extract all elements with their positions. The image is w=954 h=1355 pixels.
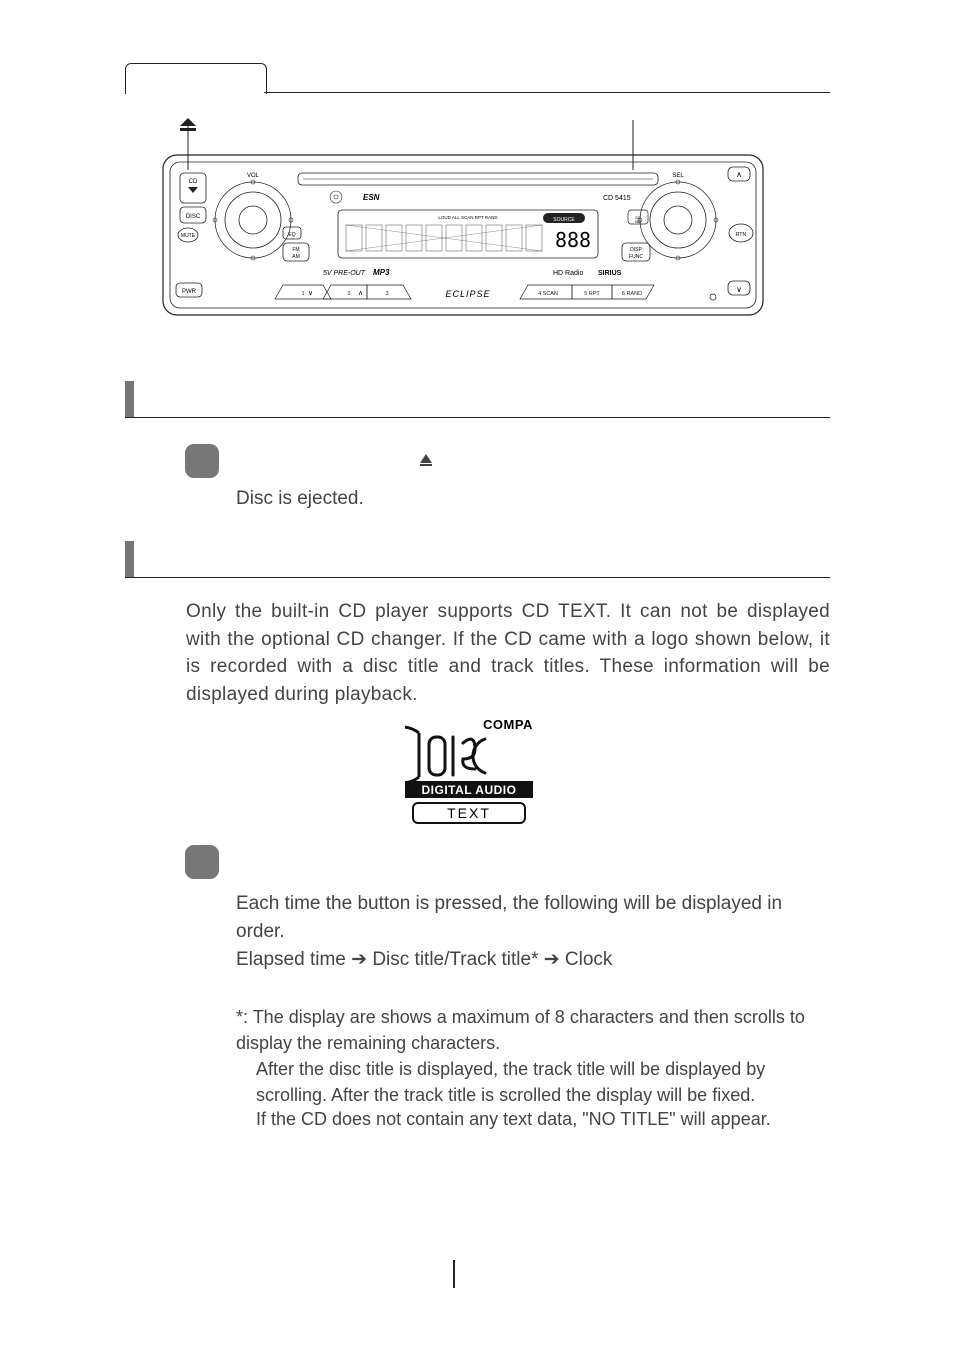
label-vol: VOL xyxy=(247,173,260,179)
tab-outline xyxy=(125,63,267,94)
lcd-indicators: LOUD ALL SCAN RPT RAND xyxy=(438,215,498,220)
label-seg: 888 xyxy=(555,228,591,252)
footer-divider xyxy=(453,1260,455,1288)
svg-text:6 RAND: 6 RAND xyxy=(622,291,642,297)
footnote-line: After the disc title is displayed, the t… xyxy=(256,1056,830,1108)
svg-text:FUNC: FUNC xyxy=(629,254,643,260)
footnote-block: *: The display are shows a maximum of 8 … xyxy=(236,1004,830,1056)
svg-text:AM: AM xyxy=(292,254,300,260)
eject-result-text: Disc is ejected. xyxy=(236,485,364,513)
label-disc: DISC xyxy=(186,214,201,220)
top-rule xyxy=(264,92,830,93)
svg-text:∨: ∨ xyxy=(308,290,313,297)
label-hd: HD Radio xyxy=(553,270,583,277)
svg-text:2: 2 xyxy=(347,291,350,297)
manual-page: CD DISC MUTE PWR VOL FM AM EQ ESN xyxy=(0,0,954,1355)
radio-faceplate-diagram: CD DISC MUTE PWR VOL FM AM EQ ESN xyxy=(158,115,768,335)
arrow-icon: ➔ xyxy=(351,949,367,970)
svg-text:DISP: DISP xyxy=(630,247,642,253)
label-cd: CD xyxy=(189,179,198,185)
label-model: CD 5415 xyxy=(603,195,631,202)
display-cycle-sequence: Elapsed time ➔ Disc title/Track title* ➔… xyxy=(236,946,830,974)
label-eq: EQ xyxy=(288,232,295,238)
svg-text:5 RPT: 5 RPT xyxy=(584,291,600,297)
arrow-icon: ➔ xyxy=(544,949,560,970)
label-mute: MUTE xyxy=(181,233,196,239)
cd-text-intro: Only the built-in CD player supports CD … xyxy=(186,598,830,708)
svg-text:∨: ∨ xyxy=(736,285,742,294)
svg-text:ND: ND xyxy=(635,219,641,224)
display-cycle-intro: Each time the button is pressed, the fol… xyxy=(236,890,830,945)
section-marker xyxy=(125,541,134,577)
cd-text-logo: COMPACT DIGITAL AUDIO TEXT xyxy=(405,715,533,825)
label-pwr: PWR xyxy=(182,289,197,295)
svg-text:FM: FM xyxy=(292,247,299,253)
label-esn: ESN xyxy=(363,193,380,202)
svg-text:∧: ∧ xyxy=(736,170,742,179)
step-badge xyxy=(185,444,219,478)
footnote-line: If the CD does not contain any text data… xyxy=(256,1106,830,1132)
svg-text:COMPACT: COMPACT xyxy=(483,717,533,732)
svg-text:4 SCAN: 4 SCAN xyxy=(538,291,558,297)
svg-text:1: 1 xyxy=(301,291,304,297)
svg-text:∧: ∧ xyxy=(358,290,363,297)
label-brand: ECLIPSE xyxy=(445,289,490,299)
label-preout: 5V PRE-OUT xyxy=(323,270,366,277)
svg-text:3: 3 xyxy=(385,291,388,297)
step-badge xyxy=(185,845,219,879)
label-sel: SEL xyxy=(672,173,684,179)
svg-text:TEXT: TEXT xyxy=(447,805,491,821)
label-rtn: RTN xyxy=(736,232,747,238)
svg-text:DIGITAL AUDIO: DIGITAL AUDIO xyxy=(422,783,517,797)
label-source: SOURCE xyxy=(553,217,575,223)
label-mp3: MP3 xyxy=(373,268,390,277)
section-marker xyxy=(125,381,134,417)
eject-icon xyxy=(420,450,432,468)
label-sirius: SIRIUS xyxy=(598,270,622,277)
